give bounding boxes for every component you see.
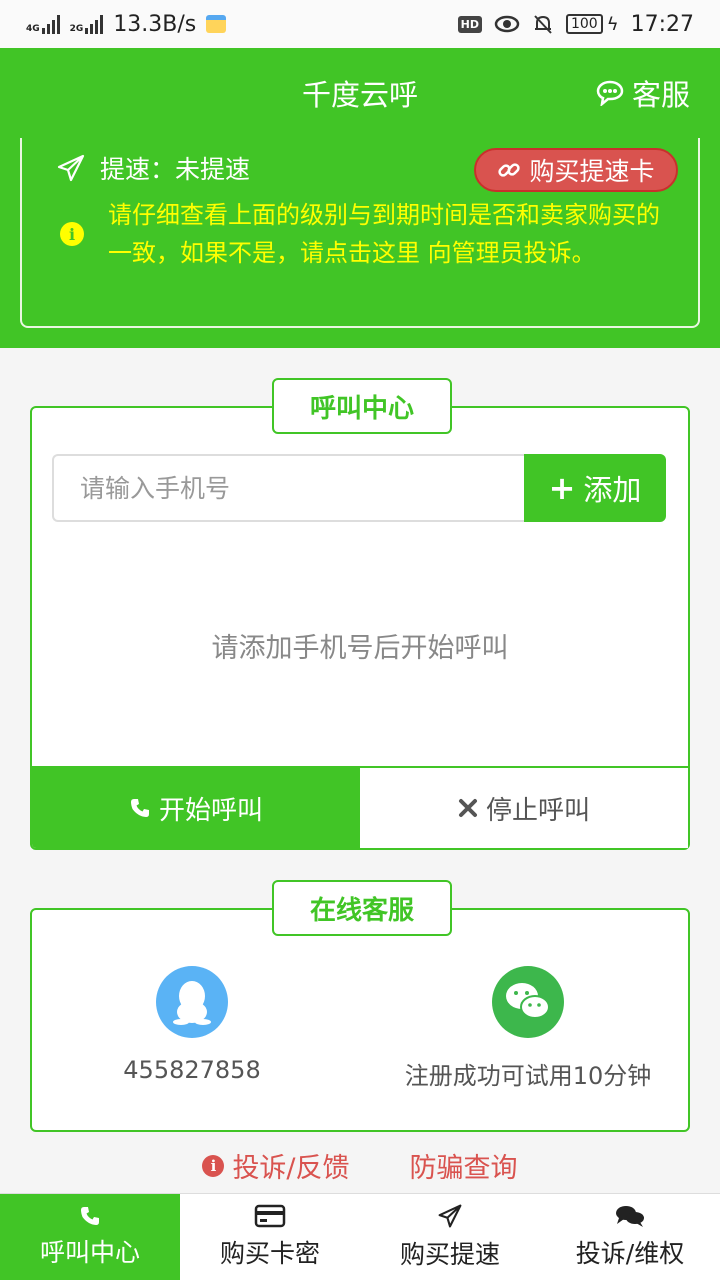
add-label: 添加 [583, 473, 642, 507]
speed-status: 提速：未提速 [56, 150, 250, 186]
network-type-1: 4G [26, 24, 40, 34]
qq-icon [156, 966, 228, 1038]
phone-input[interactable] [52, 454, 524, 522]
wechat-icon [492, 966, 564, 1038]
qq-contact[interactable]: 455827858 [32, 966, 352, 1084]
nav-label: 购买卡密 [219, 1239, 320, 1268]
notice-text: 请仔细查看上面的级别与到期时间是否和卖家购买的一致，如果不是，请点击这里 向管理… [108, 201, 660, 267]
online-service-panel: 在线客服 455827858 注册成功可试用10分钟 [30, 880, 690, 1132]
bottom-nav: 呼叫中心 购买卡密 购买提速 投诉/维权 [0, 1193, 720, 1280]
nav-call-center[interactable]: 呼叫中心 [0, 1194, 180, 1280]
nav-label: 投诉/维权 [575, 1239, 685, 1268]
nav-complaint[interactable]: 投诉/维权 [540, 1194, 720, 1280]
speed-status-label: 提速：未提速 [100, 155, 251, 184]
info-card: 提速：未提速 购买提速卡 i 请仔细查看上面的级别与到期时间是否和卖家购买的一致… [20, 138, 700, 328]
add-button[interactable]: + 添加 [524, 454, 666, 522]
footer-links: i 投诉/反馈 防骗查询 [0, 1146, 720, 1185]
online-service-title: 在线客服 [272, 880, 452, 936]
paper-plane-icon [57, 154, 85, 182]
add-phone-row: + 添加 [52, 454, 666, 522]
signal-1: 4G [26, 14, 60, 34]
buy-speed-card-button[interactable]: 购买提速卡 [474, 148, 678, 192]
status-bar: 4G 2G 13.3B/s HD 100 ϟ 17:27 [0, 0, 720, 48]
credit-card-icon [254, 1204, 286, 1228]
nav-buy-speed[interactable]: 购买提速 [360, 1194, 540, 1280]
complaint-label: 投诉/反馈 [232, 1153, 350, 1184]
anti-fraud-label: 防骗查询 [409, 1153, 518, 1184]
stop-call-button[interactable]: 停止呼叫 [360, 768, 688, 848]
clock: 17:27 [630, 11, 694, 37]
close-icon [458, 799, 477, 817]
customer-service-label: 客服 [631, 78, 690, 112]
info-icon: i [60, 222, 84, 246]
plus-icon: + [548, 469, 576, 507]
gallery-icon [206, 15, 227, 33]
customer-service-button[interactable]: 客服 [596, 72, 690, 114]
qq-number: 455827858 [123, 1056, 261, 1084]
paper-plane-icon [438, 1204, 462, 1228]
wechat-contact[interactable]: 注册成功可试用10分钟 [368, 966, 688, 1091]
nav-buy-card[interactable]: 购买卡密 [180, 1194, 360, 1280]
hd-icon: HD [457, 15, 482, 33]
network-type-2: 2G [69, 24, 84, 34]
wechat-note: 注册成功可试用10分钟 [404, 1062, 652, 1090]
signal-2: 2G [70, 14, 104, 34]
chat-bubble-icon [596, 80, 624, 106]
notice[interactable]: i 请仔细查看上面的级别与到期时间是否和卖家购买的一致，如果不是，请点击这里 向… [60, 196, 680, 272]
complaint-link[interactable]: i 投诉/反馈 [202, 1146, 350, 1185]
phone-icon [81, 1207, 99, 1225]
empty-list-hint: 请添加手机号后开始呼叫 [211, 633, 509, 664]
nav-label: 呼叫中心 [39, 1238, 140, 1267]
nav-label: 购买提速 [399, 1240, 500, 1269]
signal-bars-icon [41, 14, 60, 34]
account-info-area: 提速：未提速 购买提速卡 i 请仔细查看上面的级别与到期时间是否和卖家购买的一致… [0, 138, 720, 348]
app-header: 千度云呼 客服 [0, 48, 720, 138]
eye-icon [494, 15, 520, 33]
comments-icon [616, 1206, 644, 1227]
battery-indicator: 100 [565, 14, 603, 34]
anti-fraud-link[interactable]: 防骗查询 [410, 1146, 518, 1185]
network-speed: 13.3B/s [113, 11, 197, 37]
signal-bars-icon [85, 14, 104, 34]
charging-icon: ϟ [606, 13, 619, 35]
phone-icon [130, 799, 149, 817]
start-call-label: 开始呼叫 [158, 795, 263, 826]
call-actions: 开始呼叫 停止呼叫 [32, 766, 688, 848]
bell-off-icon [534, 15, 552, 34]
stop-call-label: 停止呼叫 [485, 795, 590, 826]
call-center-title: 呼叫中心 [272, 378, 452, 434]
start-call-button[interactable]: 开始呼叫 [32, 768, 360, 848]
info-icon: i [202, 1154, 225, 1177]
link-icon [498, 163, 521, 177]
call-center-panel: 呼叫中心 + 添加 请添加手机号后开始呼叫 开始呼叫 停止呼叫 [30, 378, 690, 850]
buy-speed-card-label: 购买提速卡 [529, 157, 655, 186]
